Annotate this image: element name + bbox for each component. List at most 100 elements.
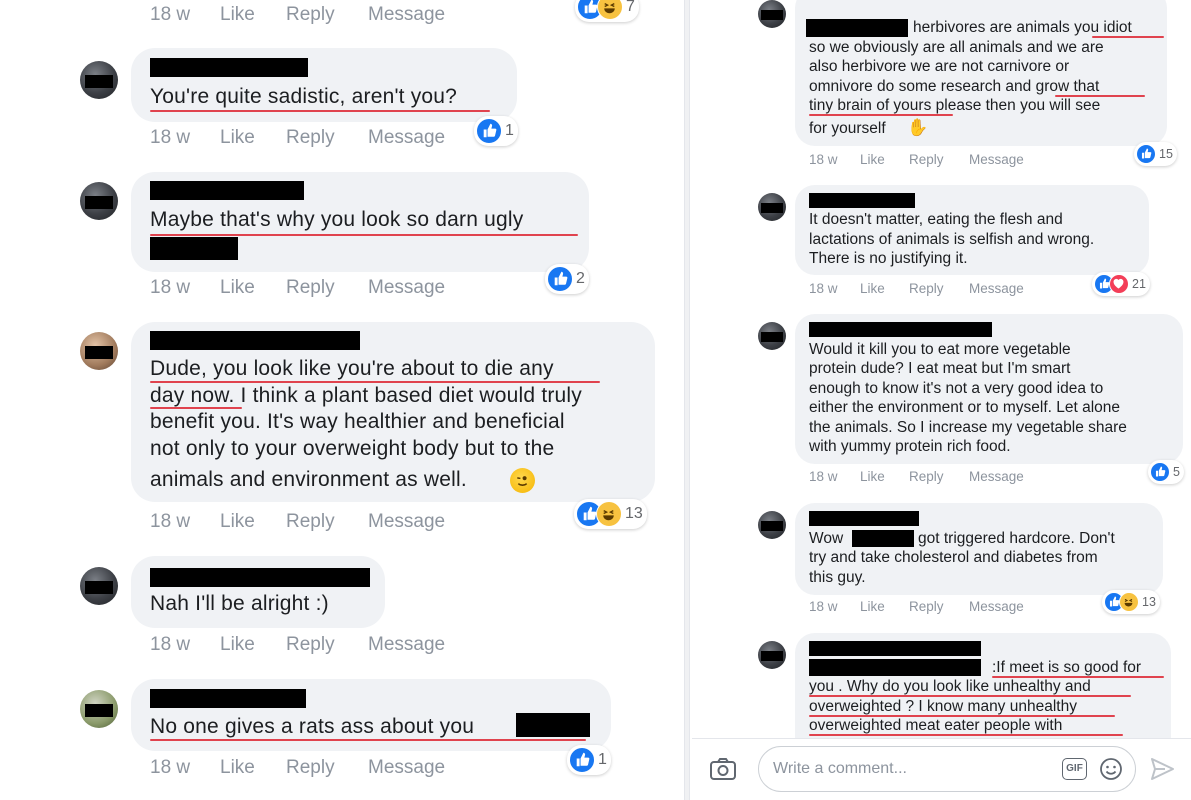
- reaction-summary[interactable]: 2: [545, 264, 589, 294]
- comment-text-line: so we obviously are all animals and we a…: [809, 39, 1104, 56]
- message-link[interactable]: Message: [969, 599, 1024, 614]
- highlight-underline: [150, 407, 242, 409]
- gif-icon[interactable]: GIF: [1062, 758, 1087, 780]
- message-link[interactable]: Message: [368, 277, 445, 299]
- reaction-summary[interactable]: 5: [1148, 460, 1184, 484]
- comment-text-line: day now. I think a plant based diet woul…: [150, 384, 582, 407]
- reply-link[interactable]: Reply: [286, 277, 335, 299]
- comment-text-line: try and take cholesterol and diabetes fr…: [809, 549, 1098, 566]
- like-link[interactable]: Like: [220, 511, 255, 533]
- comment-text-line: lactations of animals is selfish and wro…: [809, 231, 1095, 248]
- message-link[interactable]: Message: [969, 281, 1024, 296]
- reply-link[interactable]: Reply: [286, 4, 335, 26]
- message-link[interactable]: Message: [969, 469, 1024, 484]
- reply-link[interactable]: Reply: [286, 757, 335, 779]
- reaction-summary[interactable]: 7: [575, 0, 639, 22]
- comment-text-line: It doesn't matter, eating the flesh and: [809, 211, 1063, 228]
- like-icon: [569, 747, 595, 773]
- redacted-name: [150, 568, 370, 587]
- avatar[interactable]: [758, 511, 786, 539]
- redacted-text: [809, 659, 981, 676]
- reaction-count: 21: [1132, 277, 1146, 291]
- reply-link[interactable]: Reply: [909, 599, 944, 614]
- message-link[interactable]: Message: [368, 757, 445, 779]
- send-icon[interactable]: [1149, 756, 1175, 787]
- reply-link[interactable]: Reply: [286, 634, 335, 656]
- like-link[interactable]: Like: [220, 127, 255, 149]
- like-link[interactable]: Like: [860, 281, 885, 296]
- avatar[interactable]: [758, 322, 786, 350]
- redacted-name: [809, 193, 915, 208]
- avatar[interactable]: [758, 193, 786, 221]
- comment-text: No one gives a rats ass about you: [150, 715, 475, 738]
- like-link[interactable]: Like: [220, 277, 255, 299]
- haha-icon: [1119, 592, 1139, 612]
- reaction-summary[interactable]: 13: [1102, 590, 1160, 614]
- right-comment-thread: herbivores are animals you idiot so we o…: [692, 0, 1191, 800]
- comment-text-line: Would it kill you to eat more vegetable: [809, 341, 1071, 358]
- redacted-text: [150, 237, 238, 260]
- reaction-count: 13: [625, 505, 643, 522]
- comment-text: Nah I'll be alright :): [150, 592, 329, 615]
- comment-text-line: Wow: [809, 530, 844, 547]
- redacted-name: [150, 58, 308, 77]
- comment-text-line: got triggered hardcore. Don't: [918, 530, 1115, 547]
- avatar[interactable]: [758, 0, 786, 28]
- avatar[interactable]: [80, 182, 118, 220]
- avatar[interactable]: [758, 641, 786, 669]
- comment-text-line: not only to your overweight body but to …: [150, 437, 555, 460]
- panel-divider: [684, 0, 690, 800]
- reply-link[interactable]: Reply: [909, 281, 944, 296]
- comment-text-line: with yummy protein rich food.: [809, 438, 1011, 455]
- message-link[interactable]: Message: [368, 127, 445, 149]
- raised-hand-emoji-icon: ✋: [907, 118, 929, 137]
- comment-text-line: overweighted meat eater people with: [809, 717, 1063, 734]
- like-link[interactable]: Like: [220, 757, 255, 779]
- comment-text: Maybe that's why you look so darn ugly: [150, 208, 524, 231]
- reply-link[interactable]: Reply: [909, 152, 944, 167]
- comment-text-line: animals and environment as well.: [150, 468, 467, 491]
- timestamp: 18 w: [150, 4, 191, 25]
- avatar[interactable]: [80, 567, 118, 605]
- camera-icon[interactable]: [709, 756, 737, 787]
- message-link[interactable]: Message: [368, 4, 445, 26]
- message-link[interactable]: Message: [368, 634, 445, 656]
- message-link[interactable]: Message: [969, 152, 1024, 167]
- highlight-underline: [150, 110, 490, 112]
- reply-link[interactable]: Reply: [909, 469, 944, 484]
- reaction-summary[interactable]: 21: [1092, 272, 1150, 296]
- timestamp: 18 w: [809, 599, 838, 614]
- avatar[interactable]: [80, 61, 118, 99]
- highlight-underline: [809, 734, 1123, 736]
- comment-text-line: protein dude? I eat meat but I'm smart: [809, 360, 1071, 377]
- reply-link[interactable]: Reply: [286, 127, 335, 149]
- reaction-summary[interactable]: 1: [567, 745, 611, 775]
- comment-text-line: enough to know it's not a very good idea…: [809, 380, 1104, 397]
- highlight-underline: [1055, 95, 1145, 97]
- haha-icon: [597, 0, 623, 20]
- like-icon: [1136, 144, 1156, 164]
- reaction-count: 7: [626, 0, 635, 15]
- reaction-summary[interactable]: 13: [574, 499, 647, 529]
- avatar[interactable]: [80, 690, 118, 728]
- comment-text-line: tiny brain of yours please then you will…: [809, 97, 1101, 114]
- reaction-summary[interactable]: 15: [1134, 142, 1177, 166]
- like-icon: [547, 266, 573, 292]
- like-link[interactable]: Like: [860, 599, 885, 614]
- reply-link[interactable]: Reply: [286, 511, 335, 533]
- reaction-summary[interactable]: 1: [474, 116, 518, 146]
- reaction-count: 15: [1159, 147, 1173, 161]
- avatar[interactable]: [80, 332, 118, 370]
- highlight-underline: [809, 695, 1131, 697]
- like-link[interactable]: Like: [860, 152, 885, 167]
- message-link[interactable]: Message: [368, 511, 445, 533]
- like-link[interactable]: Like: [860, 469, 885, 484]
- reaction-count: 1: [598, 751, 607, 768]
- highlight-underline: [992, 676, 1164, 678]
- comment-text-line: There is no justifying it.: [809, 250, 968, 267]
- love-icon: [1109, 274, 1129, 294]
- smiley-icon[interactable]: [1099, 757, 1123, 786]
- like-link[interactable]: Like: [220, 4, 255, 26]
- like-link[interactable]: Like: [220, 634, 255, 656]
- timestamp: 18 w: [150, 127, 191, 148]
